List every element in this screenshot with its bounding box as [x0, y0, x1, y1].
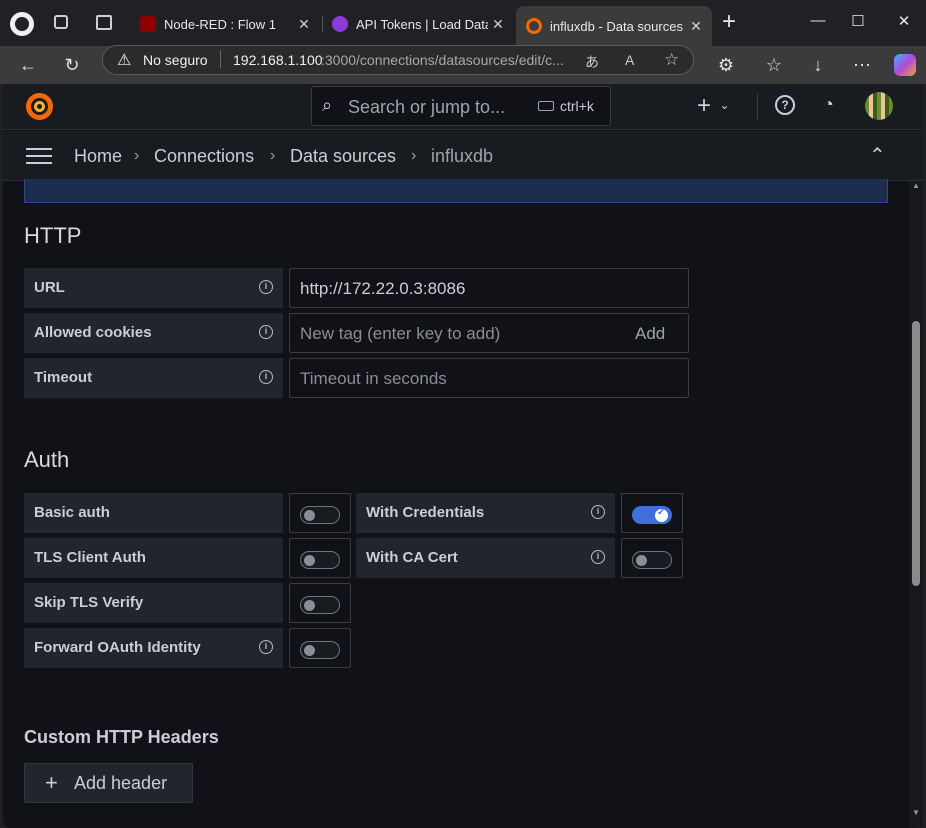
- close-tab-icon[interactable]: ✕: [488, 16, 508, 33]
- forward-oauth-label: Forward OAuth Identity i: [24, 628, 283, 668]
- new-tab-button[interactable]: +: [722, 8, 736, 36]
- keyboard-icon: [538, 101, 554, 111]
- breadcrumb-connections[interactable]: Connections: [154, 146, 254, 167]
- translate-icon[interactable]: あ: [585, 52, 599, 72]
- url-path: :3000/connections/datasources/edit/c...: [321, 52, 564, 68]
- timeout-placeholder: Timeout in seconds: [300, 369, 447, 388]
- info-banner: [24, 179, 888, 203]
- chevron-down-icon: ⌄: [719, 98, 730, 112]
- auth-section-title: Auth: [24, 447, 70, 472]
- downloads-icon[interactable]: ↓: [804, 52, 832, 78]
- news-feed-icon[interactable]: ◔: [823, 94, 834, 115]
- menu-toggle-icon[interactable]: [26, 148, 52, 164]
- close-tab-icon[interactable]: ✕: [686, 18, 706, 35]
- add-header-button[interactable]: + Add header: [24, 763, 193, 803]
- browser-logo-icon[interactable]: [10, 12, 34, 36]
- new-label: +: [697, 92, 712, 119]
- close-tab-icon[interactable]: ✕: [294, 16, 314, 33]
- tab-title: Node-RED : Flow 1: [164, 16, 276, 32]
- scrollbar[interactable]: ▲ ▼: [909, 181, 923, 828]
- info-icon[interactable]: i: [591, 505, 605, 519]
- tab-node-red[interactable]: Node-RED : Flow 1 ✕: [130, 8, 320, 40]
- workspaces-icon[interactable]: [54, 15, 68, 29]
- basic-auth-label: Basic auth: [24, 493, 283, 533]
- tls-client-auth-toggle[interactable]: [300, 551, 340, 569]
- search-input[interactable]: ⌕ Search or jump to... ctrl+k: [311, 86, 611, 126]
- add-header-label: Add header: [74, 773, 168, 793]
- with-credentials-label: With Credentials i: [356, 493, 615, 533]
- back-icon[interactable]: ←: [14, 52, 42, 78]
- with-ca-cert-toggle[interactable]: [632, 551, 672, 569]
- security-label[interactable]: No seguro: [143, 52, 208, 68]
- info-icon[interactable]: i: [259, 325, 273, 339]
- tab-title: API Tokens | Load Data |: [356, 16, 488, 32]
- search-placeholder: Search or jump to...: [348, 97, 506, 117]
- tab-title: influxdb - Data sources -: [550, 18, 686, 34]
- skip-tls-verify-toggle[interactable]: [300, 596, 340, 614]
- url-value: http://172.22.0.3:8086: [300, 279, 466, 298]
- url-input[interactable]: http://172.22.0.3:8086: [289, 268, 689, 308]
- with-ca-cert-label: With CA Cert i: [356, 538, 615, 578]
- allowed-cookies-label: Allowed cookies i: [24, 313, 283, 353]
- info-icon[interactable]: i: [259, 370, 273, 384]
- more-icon[interactable]: ⋯: [848, 52, 876, 78]
- allowed-cookies-placeholder: New tag (enter key to add): [300, 324, 501, 343]
- close-window-icon[interactable]: ✕: [892, 12, 916, 30]
- breadcrumb-home[interactable]: Home: [74, 146, 122, 167]
- plus-icon: +: [45, 770, 58, 795]
- tab-actions-icon[interactable]: [96, 15, 112, 30]
- warning-icon: ⚠: [117, 52, 132, 69]
- add-cookie-button[interactable]: Add: [635, 324, 665, 344]
- scroll-down-icon[interactable]: ▼: [912, 808, 920, 817]
- scroll-up-icon[interactable]: ▲: [912, 181, 920, 190]
- help-icon[interactable]: ?: [775, 95, 795, 115]
- skip-tls-verify-label: Skip TLS Verify: [24, 583, 283, 623]
- maximize-icon[interactable]: ☐: [846, 12, 870, 30]
- bookmark-star-icon[interactable]: ☆: [664, 50, 679, 70]
- user-avatar[interactable]: [865, 92, 893, 120]
- grafana-logo-icon[interactable]: [26, 93, 53, 120]
- copilot-icon[interactable]: [894, 54, 916, 76]
- timeout-label: Timeout i: [24, 358, 283, 398]
- influxdb-icon: [332, 16, 348, 32]
- scrollbar-thumb[interactable]: [912, 321, 920, 586]
- chevron-right-icon: ›: [270, 147, 276, 164]
- address-bar[interactable]: ⚠ No seguro 192.168.1.100 :3000/connecti…: [102, 45, 694, 75]
- grafana-app: ⌕ Search or jump to... ctrl+k + ⌄ ? ◔ Ho…: [3, 84, 923, 828]
- custom-headers-title: Custom HTTP Headers: [24, 727, 219, 747]
- read-aloud-icon[interactable]: A: [625, 52, 634, 68]
- tab-influxdb-datasource[interactable]: influxdb - Data sources - ✕: [516, 6, 712, 46]
- extensions-icon[interactable]: ⚙: [712, 52, 740, 78]
- allowed-cookies-input[interactable]: New tag (enter key to add) Add: [289, 313, 689, 353]
- info-icon[interactable]: i: [259, 640, 273, 654]
- grafana-tab-icon: [526, 18, 542, 34]
- chevron-right-icon: ›: [134, 147, 140, 164]
- with-credentials-toggle[interactable]: ✓: [632, 506, 672, 524]
- basic-auth-toggle[interactable]: [300, 506, 340, 524]
- chevron-up-icon[interactable]: ⌃: [869, 143, 886, 168]
- url-host: 192.168.1.100: [233, 52, 323, 68]
- browser-tab-bar: Node-RED : Flow 1 ✕ API Tokens | Load Da…: [0, 0, 926, 46]
- tls-client-auth-label: TLS Client Auth: [24, 538, 283, 578]
- timeout-input[interactable]: Timeout in seconds: [289, 358, 689, 398]
- search-icon: ⌕: [322, 95, 333, 115]
- favorites-icon[interactable]: ☆: [760, 52, 788, 78]
- tab-api-tokens[interactable]: API Tokens | Load Data | ✕: [322, 8, 514, 40]
- forward-oauth-toggle[interactable]: [300, 641, 340, 659]
- new-dropdown-button[interactable]: + ⌄: [697, 92, 730, 120]
- breadcrumb-bar: Home › Connections › Data sources › infl…: [3, 131, 923, 181]
- http-section-title: HTTP: [24, 223, 82, 248]
- breadcrumb-data-sources[interactable]: Data sources: [290, 146, 396, 167]
- reload-icon[interactable]: ↻: [58, 52, 86, 78]
- info-icon[interactable]: i: [591, 550, 605, 564]
- url-label: URL i: [24, 268, 283, 308]
- node-red-icon: [140, 16, 156, 32]
- grafana-top-nav: ⌕ Search or jump to... ctrl+k + ⌄ ? ◔: [3, 84, 923, 130]
- breadcrumb-current: influxdb: [431, 146, 494, 166]
- search-shortcut: ctrl+k: [560, 98, 594, 114]
- minimize-icon[interactable]: —: [806, 12, 830, 29]
- info-icon[interactable]: i: [259, 280, 273, 294]
- datasource-settings: HTTP URL i http://172.22.0.3:8086 Allowe…: [3, 179, 923, 828]
- chevron-right-icon: ›: [411, 147, 417, 164]
